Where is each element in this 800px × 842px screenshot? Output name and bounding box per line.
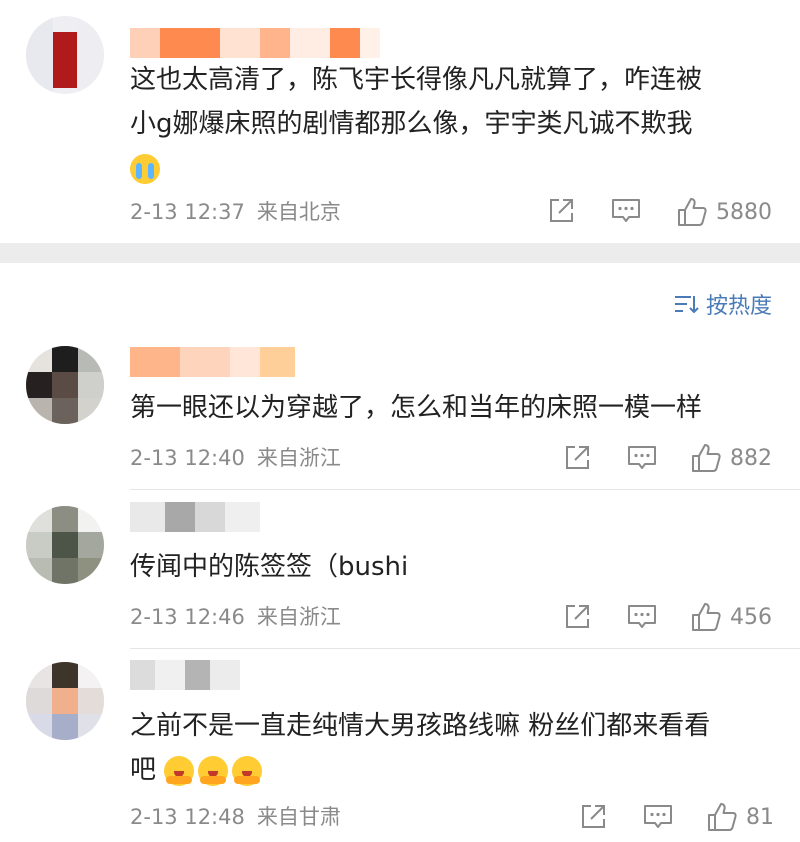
comment-divider [130, 489, 800, 490]
thumbs-up-icon [708, 803, 737, 831]
crying-emoji [130, 153, 160, 184]
username-blurred[interactable] [130, 28, 380, 58]
hugging-emoji [232, 755, 263, 786]
thumbs-up-icon [692, 603, 721, 631]
comment-button[interactable] [626, 443, 658, 473]
comment-meta: 2-13 12:37 来自北京 [130, 199, 341, 225]
hugging-emoji [198, 755, 229, 786]
comment-location: 来自北京 [256, 200, 341, 224]
comment-icon [628, 446, 656, 469]
comment-icon [612, 199, 640, 222]
comment-time: 2-13 12:37 [130, 200, 245, 224]
thumbs-up-icon [692, 444, 721, 472]
comment-location: 来自浙江 [256, 605, 341, 629]
comment-location: 来自甘肃 [256, 805, 341, 829]
share-icon [550, 199, 573, 222]
avatar[interactable] [26, 346, 104, 424]
sort-label: 按热度 [705, 294, 772, 319]
like-count: 456 [730, 604, 772, 630]
section-divider [0, 243, 800, 263]
comment-icon [644, 805, 672, 828]
like-button[interactable]: 5880 [676, 196, 772, 228]
like-button[interactable]: 81 [706, 801, 774, 833]
sort-icon [674, 296, 699, 314]
sort-by-hot-button[interactable]: 按热度 [674, 288, 772, 320]
comment-button[interactable] [610, 196, 642, 226]
comment-meta: 2-13 12:40 来自浙江 [130, 445, 341, 471]
share-button[interactable] [578, 802, 608, 832]
comment-meta: 2-13 12:48 来自甘肃 [130, 804, 341, 830]
share-button[interactable] [562, 443, 592, 473]
like-button[interactable]: 882 [690, 442, 772, 474]
comment-meta: 2-13 12:46 来自浙江 [130, 604, 341, 630]
thumbs-up-icon [678, 198, 707, 226]
username-blurred[interactable] [130, 660, 240, 690]
comment-time: 2-13 12:48 [130, 805, 245, 829]
comment-text: 第一眼还以为穿越了，怎么和当年的床照一模一样 [130, 393, 703, 423]
comment-button[interactable] [626, 602, 658, 632]
comment-icon [628, 605, 656, 628]
comment-location: 来自浙江 [256, 446, 341, 470]
comment-time: 2-13 12:46 [130, 605, 245, 629]
avatar[interactable] [26, 662, 104, 740]
like-button[interactable]: 456 [690, 601, 772, 633]
comment-time: 2-13 12:40 [130, 446, 245, 470]
comment-text: 这也太高清了，陈飞宇长得像凡凡就算了，咋连被 小g娜爆床照的剧情都那么像，宇宇类… [130, 58, 702, 190]
share-icon [566, 605, 589, 628]
comment-button[interactable] [642, 802, 674, 832]
username-blurred[interactable] [130, 347, 295, 377]
like-count: 5880 [716, 199, 772, 225]
comment-text: 传闻中的陈签签（bushi [130, 552, 409, 582]
share-icon [566, 446, 589, 469]
avatar[interactable] [26, 16, 104, 94]
share-button[interactable] [562, 602, 592, 632]
comment-divider [130, 648, 800, 649]
comment-text: 之前不是一直走纯情大男孩路线嘛 粉丝们都来看看 吧 [130, 711, 711, 786]
like-count: 882 [730, 445, 772, 471]
like-count: 81 [746, 804, 774, 830]
share-icon [582, 805, 605, 828]
avatar[interactable] [26, 506, 104, 584]
share-button[interactable] [546, 196, 576, 226]
username-blurred[interactable] [130, 502, 260, 532]
hugging-emoji [164, 755, 195, 786]
